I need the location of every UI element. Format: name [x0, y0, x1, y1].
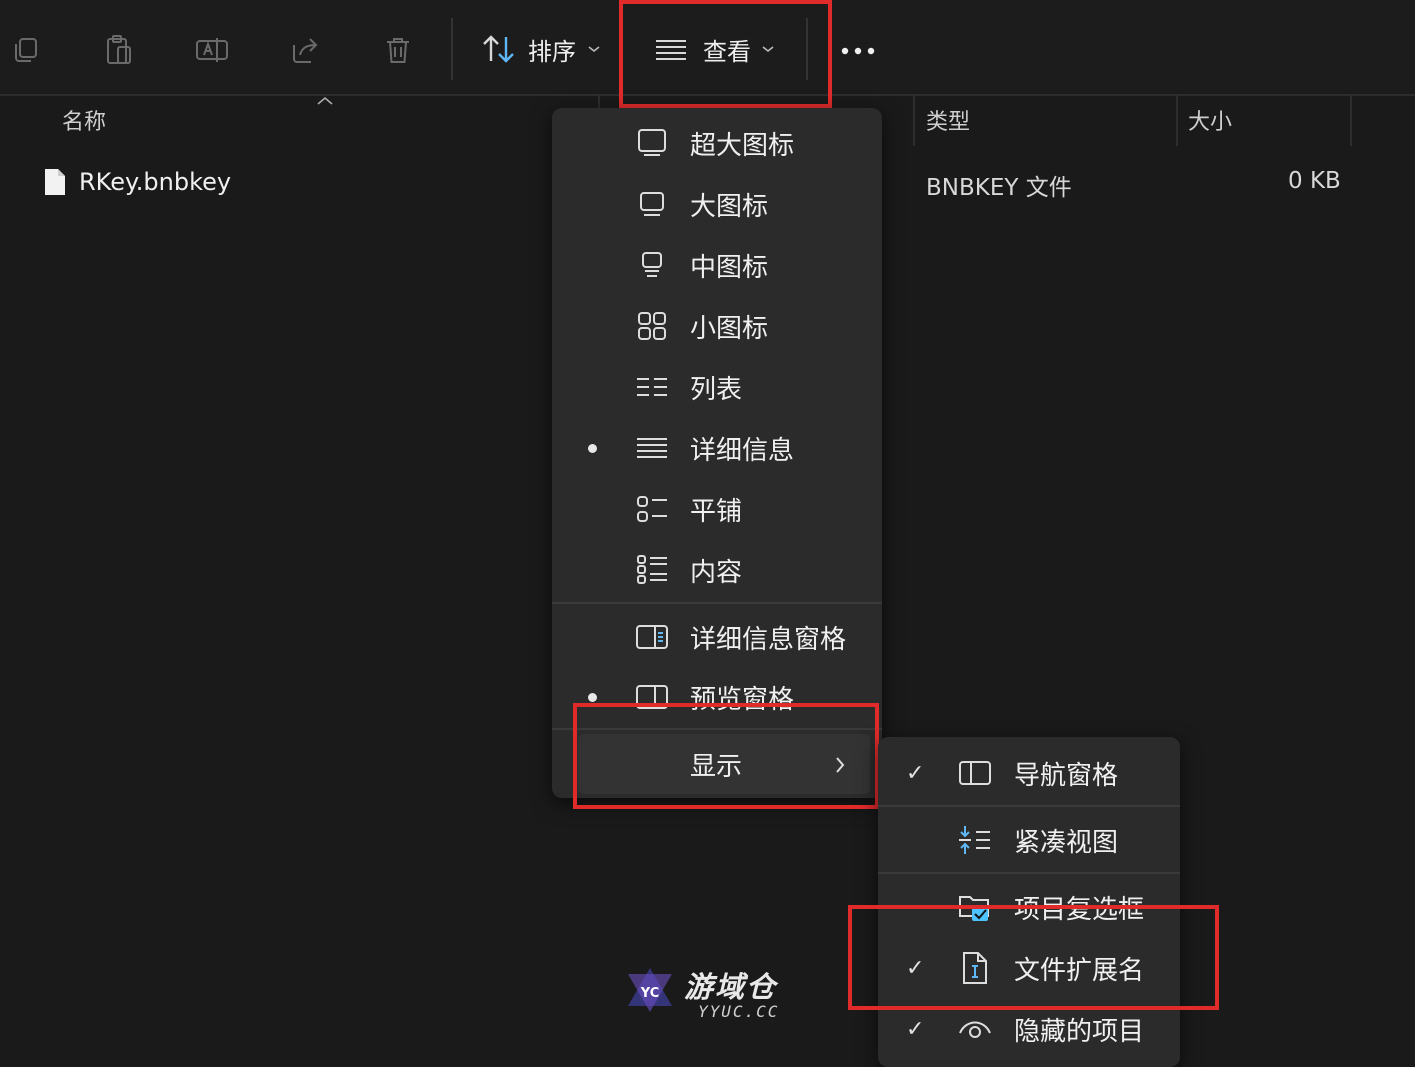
small-icons-icon	[636, 310, 668, 342]
selected-dot	[588, 692, 597, 702]
navigation-pane-icon	[958, 756, 992, 790]
copy-icon	[15, 38, 37, 62]
menu-divider	[878, 805, 1180, 807]
menu-item-large-icons[interactable]: 大图标	[552, 174, 882, 234]
toolbar-separator	[806, 18, 808, 80]
view-label: 查看	[703, 38, 751, 66]
menu-item-medium-icons[interactable]: 中图标	[552, 235, 882, 295]
menu-item-list[interactable]: 列表	[552, 357, 882, 417]
chevron-down-icon	[762, 46, 774, 53]
menu-divider	[552, 728, 882, 730]
list-icon	[636, 371, 668, 403]
show-submenu: ✓ 导航窗格 紧凑视图 项目复选框 ✓ 文件扩展名 ✓ 隐藏的项目	[878, 737, 1180, 1067]
submenu-item-hidden-items[interactable]: ✓ 隐藏的项目	[878, 997, 1180, 1061]
toolbar: 排序 查看	[0, 0, 1415, 96]
selected-dot	[588, 443, 597, 453]
share-button[interactable]	[283, 28, 327, 72]
preview-pane-icon	[636, 681, 668, 713]
sort-ascending-icon	[317, 96, 333, 105]
column-header-size[interactable]: 大小	[1188, 104, 1232, 136]
menu-item-content[interactable]: 内容	[552, 540, 882, 600]
column-divider[interactable]	[913, 94, 915, 146]
menu-item-extra-large-icons[interactable]: 超大图标	[552, 113, 882, 173]
submenu-item-item-checkboxes[interactable]: 项目复选框	[878, 875, 1180, 939]
menu-item-details[interactable]: 详细信息	[552, 418, 882, 478]
watermark-url: YYUC.CC	[698, 1002, 780, 1021]
rename-button[interactable]	[190, 28, 234, 72]
trash-icon	[387, 38, 409, 63]
toolbar-separator	[451, 18, 453, 80]
sort-icon	[483, 35, 514, 63]
paste-icon	[107, 35, 131, 64]
more-icon	[841, 47, 875, 55]
column-divider[interactable]	[1176, 94, 1178, 146]
column-header-name[interactable]: 名称	[62, 104, 106, 136]
menu-item-small-icons[interactable]: 小图标	[552, 296, 882, 356]
file-extension-icon	[958, 951, 992, 985]
chevron-down-icon	[588, 46, 600, 53]
large-icons-icon	[636, 188, 668, 220]
column-divider[interactable]	[1350, 94, 1352, 146]
view-button[interactable]: 查看	[644, 22, 784, 78]
menu-divider	[878, 872, 1180, 874]
chevron-right-icon	[836, 757, 845, 773]
check-icon: ✓	[906, 955, 925, 981]
eye-icon	[958, 1012, 992, 1046]
file-icon	[45, 169, 65, 195]
item-checkboxes-icon	[958, 890, 992, 924]
tiles-icon	[636, 493, 668, 525]
menu-item-tiles[interactable]: 平铺	[552, 479, 882, 539]
file-size: 0 KB	[1288, 168, 1341, 194]
content-icon	[636, 554, 668, 586]
menu-divider	[552, 602, 882, 604]
menu-item-details-pane[interactable]: 详细信息窗格	[552, 607, 882, 667]
details-pane-icon	[636, 621, 668, 653]
sort-label: 排序	[528, 38, 576, 66]
view-menu: 超大图标 大图标 中图标 小图标 列表 详细信息 平铺 内容 详细信息窗格 预览…	[552, 108, 882, 798]
paste-button[interactable]	[97, 28, 141, 72]
submenu-item-file-extensions[interactable]: ✓ 文件扩展名	[878, 936, 1180, 1000]
menu-item-preview-pane[interactable]: 预览窗格	[552, 667, 882, 727]
copy-button[interactable]	[4, 28, 48, 72]
menu-item-show[interactable]: 显示	[578, 734, 870, 794]
delete-button[interactable]	[376, 28, 420, 72]
medium-icons-icon	[636, 249, 668, 281]
compact-view-icon	[958, 823, 992, 857]
view-lines-icon	[656, 40, 686, 60]
more-options-button[interactable]	[830, 26, 886, 76]
rename-icon	[196, 38, 228, 62]
watermark-title: 游域仓	[684, 970, 778, 1004]
submenu-item-compact-view[interactable]: 紧凑视图	[878, 808, 1180, 872]
file-type: BNBKEY 文件	[926, 175, 1072, 201]
watermark-logo-icon: YC	[628, 968, 672, 1012]
submenu-item-navigation-pane[interactable]: ✓ 导航窗格	[878, 741, 1180, 805]
file-name: RKey.bnbkey	[79, 168, 232, 196]
svg-text:YC: YC	[640, 986, 660, 1001]
watermark: YC 游域仓 YYUC.CC	[624, 962, 794, 1022]
column-header-type[interactable]: 类型	[926, 104, 970, 136]
share-icon	[293, 38, 318, 63]
extra-large-icons-icon	[636, 127, 668, 159]
check-icon: ✓	[906, 760, 925, 786]
check-icon: ✓	[906, 1016, 925, 1042]
details-icon	[636, 432, 668, 464]
sort-button[interactable]: 排序	[478, 22, 606, 78]
